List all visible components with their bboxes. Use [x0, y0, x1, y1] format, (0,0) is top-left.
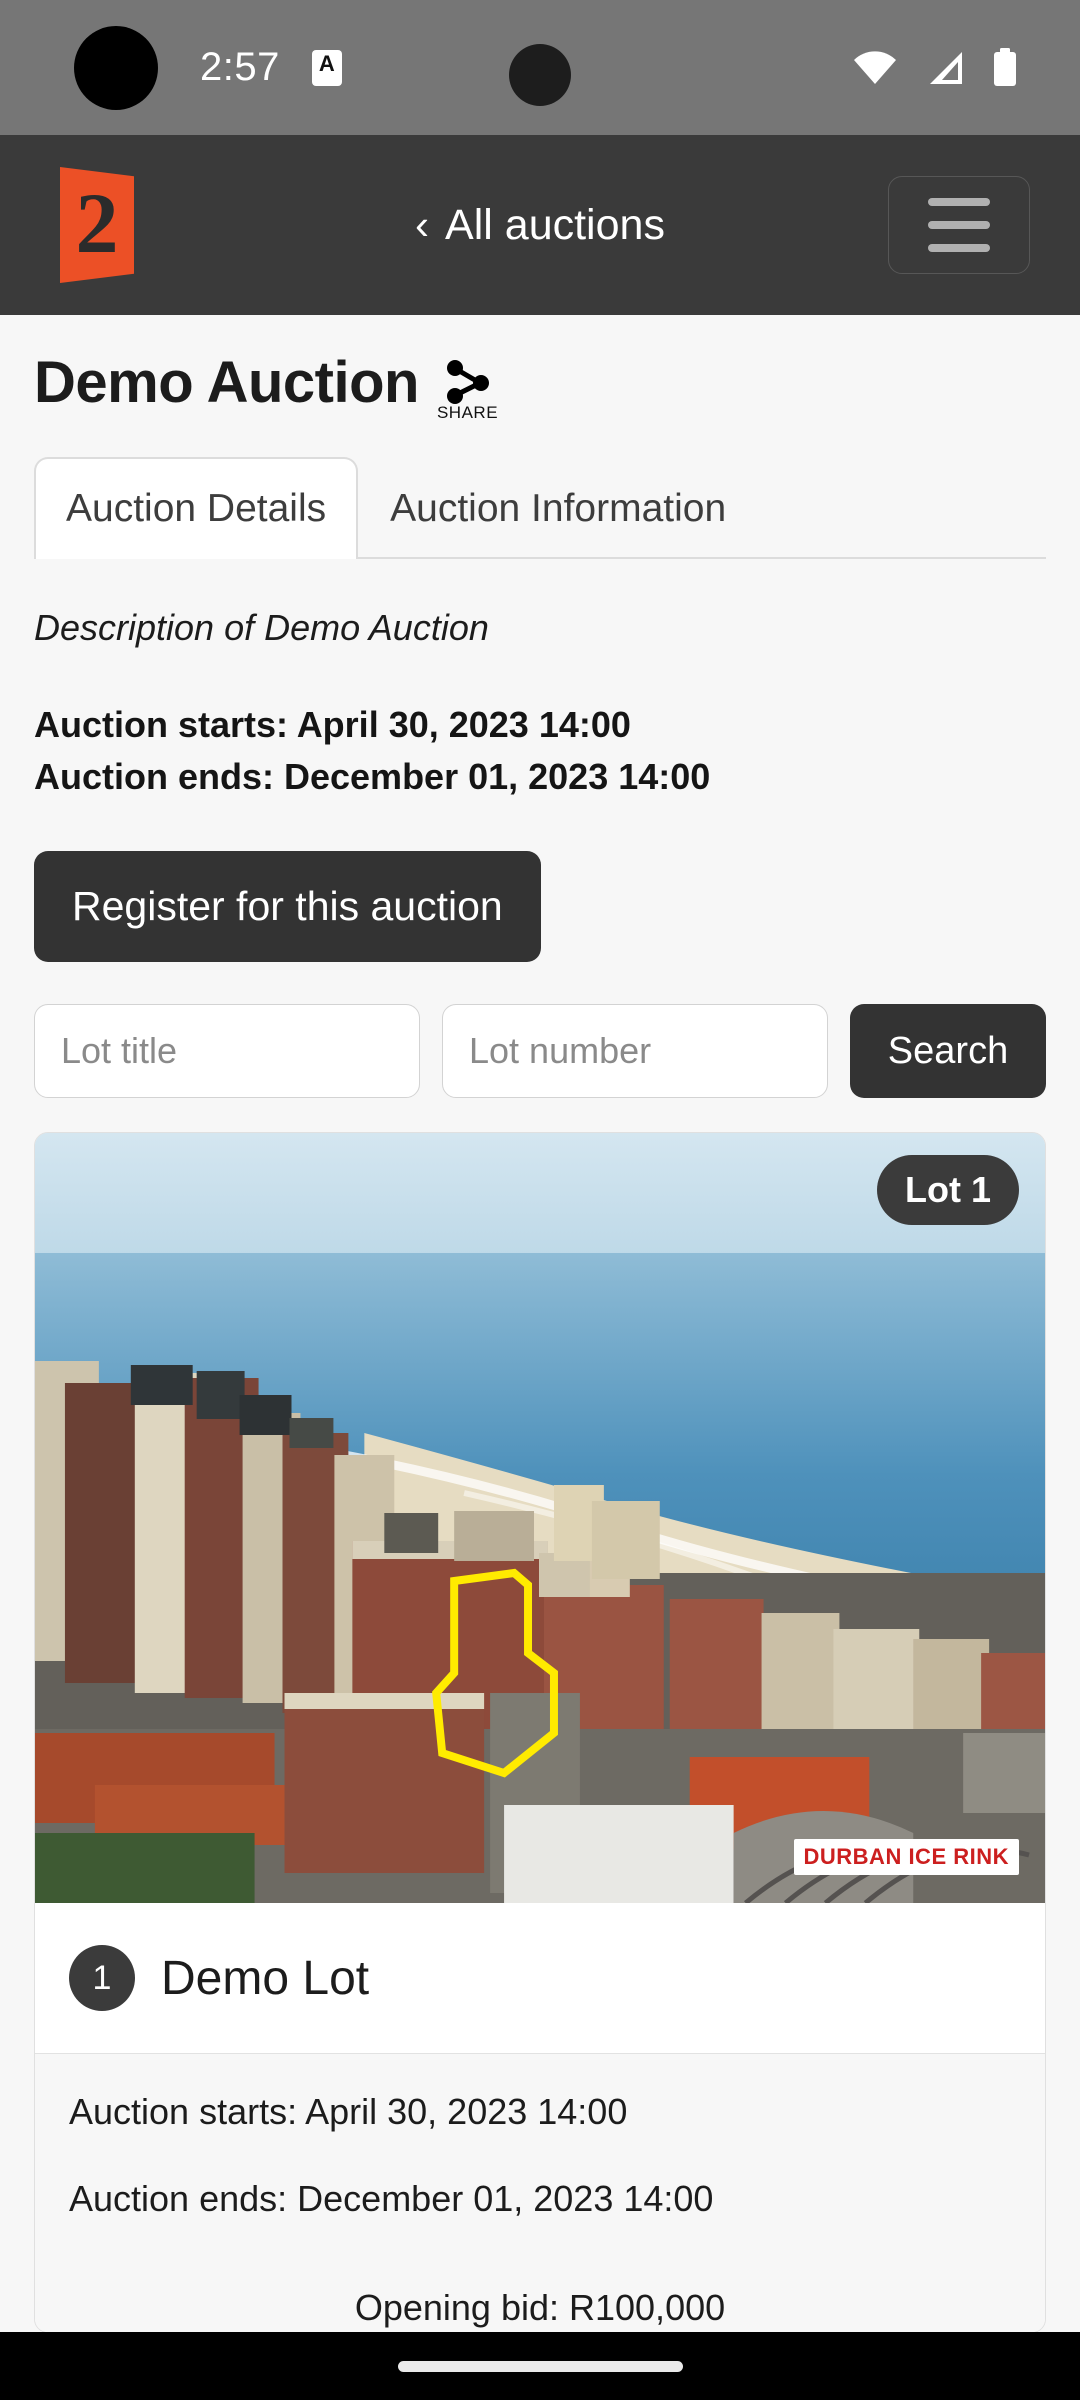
- lot-title-input[interactable]: Lot title: [34, 1004, 420, 1099]
- lot-card[interactable]: Lot 1 DURBAN ICE RINK 1 Demo Lot Auction…: [34, 1132, 1046, 2334]
- lot-number-input[interactable]: Lot number: [442, 1004, 828, 1099]
- gesture-home-pill[interactable]: [397, 2360, 683, 2372]
- phone-screen: 2:57 A 2 ‹ All auctions Demo Auction SHA…: [0, 0, 1080, 2400]
- page-title: Demo Auction: [34, 350, 419, 415]
- lot-title-row[interactable]: 1 Demo Lot: [35, 1903, 1045, 2055]
- status-bar-icons: [852, 47, 1042, 88]
- lot-number-badge: 1: [69, 1945, 135, 2012]
- camera-punch-hole-icon: [74, 25, 158, 110]
- hamburger-menu-button[interactable]: [888, 176, 1030, 274]
- share-icon: [446, 360, 489, 404]
- status-bar-clock: 2:57: [200, 45, 280, 89]
- lot-photo[interactable]: Lot 1 DURBAN ICE RINK: [35, 1133, 1045, 1904]
- share-button[interactable]: SHARE: [437, 359, 498, 423]
- back-link-label: All auctions: [445, 200, 665, 249]
- logo-text: 2: [75, 175, 119, 271]
- back-to-all-auctions-link[interactable]: ‹ All auctions: [415, 201, 665, 250]
- share-label: SHARE: [436, 403, 499, 422]
- cellular-signal-icon: [930, 51, 962, 84]
- lot-name: Demo Lot: [161, 1951, 370, 2005]
- a-badge-icon: A: [311, 49, 342, 86]
- android-navigation-bar: [0, 2332, 1080, 2400]
- tab-bar: Auction Details Auction Information: [34, 457, 1046, 559]
- auction-dates: Auction starts: April 30, 2023 14:00 Auc…: [34, 699, 1046, 803]
- lot-badge: Lot 1: [877, 1155, 1019, 1226]
- photo-caption-label: DURBAN ICE RINK: [793, 1839, 1019, 1876]
- lot-meta: Auction starts: April 30, 2023 14:00 Auc…: [35, 2054, 1045, 2333]
- wifi-icon: [854, 50, 896, 84]
- lot-start-date: Auction starts: April 30, 2023 14:00: [69, 2091, 628, 2133]
- title-row: Demo Auction SHARE: [34, 315, 1046, 423]
- auction-end-date: Auction ends: December 01, 2023 14:00: [34, 756, 711, 798]
- auction-description: Description of Demo Auction: [34, 607, 489, 648]
- brand-logo[interactable]: 2: [60, 167, 134, 283]
- chevron-left-icon: ‹: [415, 201, 430, 248]
- battery-icon: [994, 47, 1016, 86]
- auction-start-date: Auction starts: April 30, 2023 14:00: [34, 704, 631, 745]
- tab-auction-information[interactable]: Auction Information: [358, 457, 758, 557]
- status-bar: 2:57 A: [0, 0, 1080, 135]
- lot-opening-bid: Opening bid: R100,000: [354, 2286, 726, 2328]
- register-for-auction-button[interactable]: Register for this auction: [34, 851, 541, 963]
- hamburger-bar-2: [928, 221, 990, 229]
- lot-end-date: Auction ends: December 01, 2023 14:00: [69, 2177, 714, 2219]
- sensor-cutout-icon: [509, 44, 571, 106]
- page-content: Demo Auction SHARE Auction Details Aucti…: [0, 315, 1080, 2334]
- lot-search-row: Lot title Lot number Search: [34, 1004, 1046, 1099]
- hamburger-bar-3: [928, 244, 990, 252]
- aerial-cityscape-image: [35, 1133, 1045, 1904]
- hamburger-bar-1: [928, 198, 990, 206]
- search-button[interactable]: Search: [850, 1004, 1046, 1099]
- app-header: 2 ‹ All auctions: [0, 135, 1080, 315]
- tab-auction-details[interactable]: Auction Details: [34, 457, 359, 559]
